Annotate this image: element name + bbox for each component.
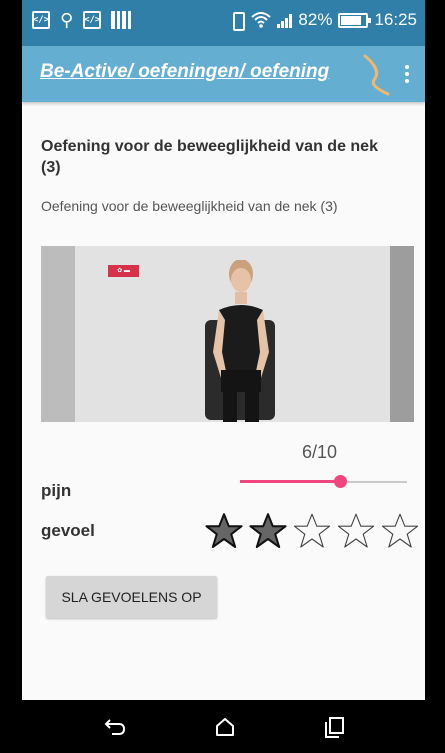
slider-thumb[interactable]	[334, 475, 347, 488]
battery-level	[341, 15, 362, 25]
slider-fill	[240, 480, 340, 483]
code-icon: </>	[83, 11, 102, 29]
home-icon[interactable]	[212, 714, 238, 740]
back-icon[interactable]	[102, 714, 128, 740]
recents-icon[interactable]	[322, 714, 348, 740]
status-bar: </> ⚲ </> 82% 16:25	[22, 0, 425, 46]
code-icon: </>	[32, 11, 50, 29]
battery-percent: 82%	[298, 10, 333, 29]
usb-icon: ⚲	[60, 10, 74, 30]
app-screen: </> ⚲ </> 82% 16:25 Be-Active/ oefeninge…	[22, 0, 425, 753]
star-filled-icon[interactable]	[248, 508, 288, 554]
brand-swoosh-logo	[363, 54, 390, 96]
signal-icon	[277, 12, 293, 28]
vibrate-icon	[229, 11, 246, 31]
wifi-icon	[251, 12, 272, 28]
feeling-rating[interactable]	[204, 508, 420, 554]
navigation-bar	[22, 700, 425, 753]
action-bar: Be-Active/ oefeningen/ oefening	[22, 46, 425, 102]
save-feelings-button[interactable]: SLA GEVOELENS OP	[46, 576, 217, 618]
exercise-content: Oefening voor de beweeglijkheid van de n…	[22, 102, 425, 700]
pain-value: 6/10	[302, 442, 338, 462]
star-empty-icon[interactable]	[380, 508, 420, 554]
feeling-label: gevoel	[41, 521, 95, 540]
battery-icon	[338, 12, 372, 28]
clock: 16:25	[374, 10, 417, 29]
overflow-menu-icon[interactable]	[395, 58, 419, 90]
video-logo-badge: ✿ ▬	[108, 265, 139, 277]
notification-icons: </> ⚲ </>	[32, 10, 132, 30]
star-empty-icon[interactable]	[336, 508, 376, 554]
breadcrumb-title[interactable]: Be-Active/ oefeningen/ oefening	[40, 61, 329, 83]
pain-slider[interactable]	[240, 472, 407, 492]
star-empty-icon[interactable]	[292, 508, 332, 554]
exercise-title: Oefening voor de beweeglijkheid van de n…	[41, 138, 378, 176]
seated-woman-figure	[205, 260, 275, 422]
star-filled-icon[interactable]	[204, 508, 244, 554]
exercise-subtitle: Oefening voor de beweeglijkheid van de n…	[41, 198, 338, 214]
pain-label: pijn	[41, 481, 72, 500]
exercise-video[interactable]: ✿ ▬	[41, 246, 414, 422]
bars-icon	[111, 11, 132, 29]
system-icons: 82% 16:25	[229, 10, 417, 31]
